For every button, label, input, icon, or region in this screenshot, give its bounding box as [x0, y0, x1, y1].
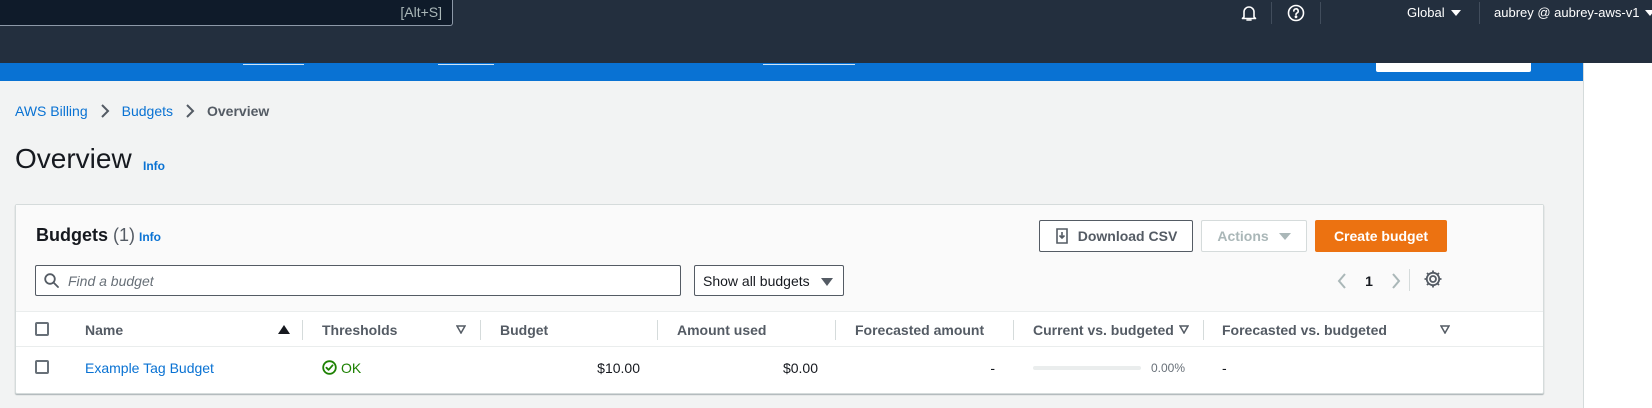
status-ok-icon [322, 360, 337, 375]
global-search-input[interactable]: [Alt+S] [0, 0, 453, 26]
region-label: Global [1407, 5, 1445, 20]
actions-label: Actions [1217, 228, 1269, 244]
column-divider [835, 320, 836, 340]
column-header-current-vs-budgeted[interactable]: Current vs. budgeted [1033, 312, 1174, 347]
budget-filter-value: Show all budgets [703, 272, 810, 289]
caret-down-icon [821, 278, 833, 286]
caret-down-icon [1450, 10, 1461, 16]
column-divider [657, 320, 658, 340]
nav-divider [1271, 2, 1272, 24]
chevron-right-icon [100, 104, 110, 118]
search-icon [44, 273, 59, 293]
budgets-header: Budgets (1) Info Download CSV Actions Cr… [16, 205, 1543, 312]
download-csv-label: Download CSV [1077, 228, 1178, 244]
column-header-forecasted-vs-budgeted[interactable]: Forecasted vs. budgeted [1222, 312, 1387, 347]
banner-input[interactable] [1376, 63, 1531, 72]
search-input[interactable] [66, 266, 666, 295]
notification-banner [0, 63, 1583, 81]
banner-link[interactable] [243, 64, 304, 65]
budget-search-field[interactable] [35, 265, 681, 296]
gear-icon[interactable] [1423, 269, 1443, 294]
column-header-forecasted-amount[interactable]: Forecasted amount [855, 312, 984, 347]
budgets-info-link[interactable]: Info [139, 230, 161, 244]
sort-icon[interactable] [456, 325, 466, 334]
amount-used-value: $0.00 [782, 359, 818, 376]
page-info-link[interactable]: Info [143, 159, 165, 173]
account-label: aubrey @ aubrey-aws-v1 [1494, 5, 1640, 20]
current-vs-budgeted-bar [1033, 366, 1141, 370]
sort-ascending-icon[interactable] [278, 325, 290, 334]
budgets-count: (1) [113, 225, 136, 245]
threshold-status: OK [322, 347, 361, 388]
select-all-checkbox[interactable] [35, 322, 49, 336]
top-navigation: [Alt+S] Global aubrey @ aubrey-aws-v1 [0, 0, 1652, 63]
nav-divider [1320, 2, 1321, 24]
breadcrumb-budgets[interactable]: Budgets [122, 103, 173, 119]
create-budget-button[interactable]: Create budget [1315, 220, 1447, 252]
right-side-panel [1583, 63, 1652, 408]
breadcrumb-current: Overview [207, 103, 270, 119]
breadcrumb: AWS Billing Budgets Overview [15, 103, 269, 119]
banner-link[interactable] [438, 64, 494, 65]
column-header-name[interactable]: Name [85, 312, 123, 347]
banner-link[interactable] [763, 64, 855, 65]
budget-value: $10.00 [597, 359, 640, 376]
budgets-heading: Budgets (1) [36, 225, 135, 246]
pagination: 1 [1330, 265, 1408, 296]
column-divider [1203, 320, 1204, 340]
pagination-divider [1409, 269, 1410, 291]
caret-down-icon [1278, 232, 1291, 240]
threshold-status-label: OK [341, 359, 362, 376]
chevron-right-icon [185, 104, 195, 118]
region-selector[interactable]: Global [1407, 5, 1461, 20]
actions-button[interactable]: Actions [1201, 220, 1307, 252]
column-divider [480, 320, 481, 340]
column-header-budget[interactable]: Budget [500, 312, 548, 347]
budgets-table: Name Thresholds Budget Amount used Forec… [16, 312, 1543, 388]
current-page[interactable]: 1 [1354, 273, 1384, 289]
sort-icon[interactable] [1179, 325, 1189, 334]
caret-down-icon [1645, 10, 1652, 16]
breadcrumb-aws-billing[interactable]: AWS Billing [15, 103, 88, 119]
help-icon[interactable] [1285, 2, 1307, 24]
table-row: Example Tag Budget OK $10.00 $0.00 - 0.0… [16, 347, 1543, 388]
download-icon [1055, 228, 1069, 244]
forecasted-amount-value: - [990, 359, 995, 376]
search-shortcut-hint: [Alt+S] [400, 4, 442, 20]
download-csv-button[interactable]: Download CSV [1039, 220, 1193, 252]
nav-divider [1479, 2, 1480, 24]
sort-icon[interactable] [1440, 325, 1450, 334]
column-header-thresholds[interactable]: Thresholds [322, 312, 397, 347]
row-checkbox[interactable] [35, 360, 49, 374]
account-menu[interactable]: aubrey @ aubrey-aws-v1 [1494, 5, 1652, 20]
bell-icon[interactable] [1238, 2, 1260, 24]
budget-filter-select[interactable]: Show all budgets [694, 265, 844, 296]
create-budget-label: Create budget [1333, 228, 1429, 244]
budgets-container: Budgets (1) Info Download CSV Actions Cr… [15, 204, 1544, 394]
column-header-amount-used[interactable]: Amount used [677, 312, 766, 347]
column-divider [302, 320, 303, 340]
table-header: Name Thresholds Budget Amount used Forec… [16, 312, 1543, 347]
page-title: Overview [15, 143, 132, 174]
forecasted-vs-budgeted-value: - [1222, 359, 1227, 376]
current-vs-budgeted-value: 0.00% [1151, 360, 1186, 375]
chevron-right-icon[interactable] [1384, 272, 1408, 289]
column-divider [1013, 320, 1014, 340]
chevron-left-icon[interactable] [1330, 272, 1354, 289]
budget-name-link[interactable]: Example Tag Budget [85, 347, 214, 388]
budgets-title: Budgets [36, 225, 108, 245]
